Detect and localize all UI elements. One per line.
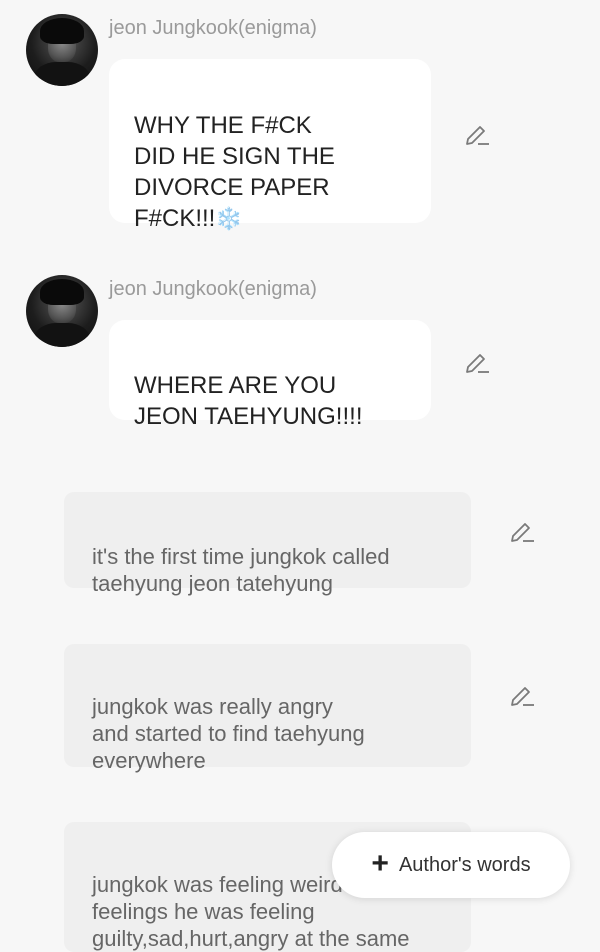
message-bubble[interactable]: WHERE ARE YOU JEON TAEHYUNG!!!! — [109, 320, 431, 430]
avatar[interactable] — [26, 275, 98, 347]
pencil-icon[interactable] — [464, 348, 490, 374]
author-words-button[interactable]: + Author's words — [332, 832, 570, 898]
pencil-icon[interactable] — [509, 517, 535, 543]
snowflake-emoji: ❄️ — [215, 206, 243, 231]
pencil-icon[interactable] — [464, 120, 490, 146]
pencil-icon[interactable] — [509, 681, 535, 707]
author-name: jeon Jungkook(enigma) — [109, 17, 317, 39]
message-text: WHERE ARE YOU JEON TAEHYUNG!!!! — [134, 372, 363, 430]
plus-icon: + — [371, 846, 389, 880]
message-bubble[interactable]: WHY THE F#CK DID HE SIGN THE DIVORCE PAP… — [109, 59, 431, 232]
narration-block[interactable]: it's the first time jungkok called taehy… — [64, 492, 471, 596]
author-name: jeon Jungkook(enigma) — [109, 278, 317, 300]
narration-block[interactable]: jungkok was really angry and started to … — [64, 644, 471, 773]
author-words-label: Author's words — [398, 853, 531, 876]
narration-text: jungkok was really angry and started to … — [92, 694, 365, 773]
avatar[interactable] — [26, 14, 98, 86]
narration-text: it's the first time jungkok called taehy… — [92, 544, 390, 596]
